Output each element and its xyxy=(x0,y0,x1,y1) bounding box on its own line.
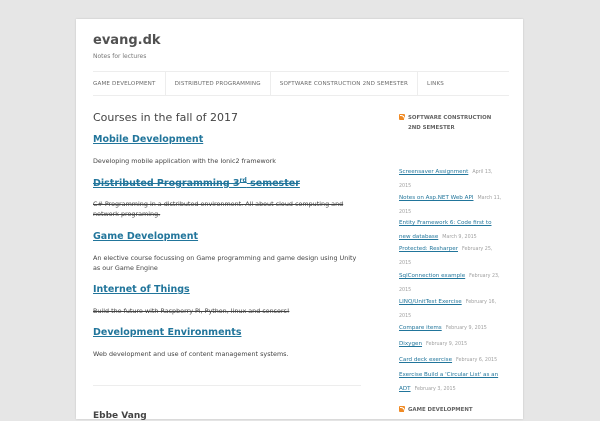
feed-item-date: February 9, 2015 xyxy=(426,342,468,347)
course-title-mobile-development[interactable]: Mobile Development xyxy=(93,134,203,145)
nav-item-game-development[interactable]: GAME DEVELOPMENT xyxy=(93,72,165,96)
feed-item: Compare items February 9, 2015 xyxy=(399,319,504,333)
site-title[interactable]: evang.dk xyxy=(93,33,161,48)
course-description-mobile-development: Developing mobile application with the I… xyxy=(93,157,276,165)
feed-item: Notes on Asp.NET Web API March 11, 2015 xyxy=(399,189,504,217)
main-navigation: GAME DEVELOPMENT DISTRIBUTED PROGRAMMING… xyxy=(93,72,453,96)
course-title-distributed-programming-main: Distributed Programming 3 xyxy=(93,178,240,190)
nav-item-links[interactable]: LINKS xyxy=(417,72,453,96)
page-container: evang.dk Notes for lectures GAME DEVELOP… xyxy=(76,19,523,421)
nav-divider-bottom xyxy=(93,95,509,96)
feed-item: Exercise Build a 'Circular List' as an A… xyxy=(399,366,504,394)
course-title-internet-of-things[interactable]: Internet of Things xyxy=(93,284,190,295)
page-title: Courses in the fall of 2017 xyxy=(93,111,239,124)
feed-item: Protected: Resharper February 25, 2015 xyxy=(399,240,504,268)
widget-title-game-development[interactable]: GAME DEVELOPMENT xyxy=(399,405,504,415)
feed-item-link[interactable]: Protected: Resharper xyxy=(399,246,458,252)
feed-item-link[interactable]: Screensaver Assignment xyxy=(399,169,468,175)
feed-item-link[interactable]: LINQ/UnitTest Exercise xyxy=(399,299,462,305)
content-divider xyxy=(93,385,361,386)
site-description: Notes for lectures xyxy=(93,53,147,60)
course-description-game-development: An elective course focussing on Game pro… xyxy=(93,254,357,272)
feed-item-date: February 6, 2015 xyxy=(456,358,498,363)
feed-item-date: February 9, 2015 xyxy=(445,326,487,331)
course-title-development-environments[interactable]: Development Environments xyxy=(93,327,241,338)
feed-item-link[interactable]: Notes on Asp.NET Web API xyxy=(399,195,474,201)
feed-item: Dixygen February 9, 2015 xyxy=(399,335,504,349)
author-name: Ebbe Vang xyxy=(93,411,147,421)
feed-item: Screensaver Assignment April 13, 2015 xyxy=(399,163,504,191)
feed-item: Card deck exercise February 6, 2015 xyxy=(399,351,504,365)
feed-item: Entity Framework 6: Code first to new da… xyxy=(399,214,504,242)
feed-item: LINQ/UnitTest Exercise February 16, 2015 xyxy=(399,293,504,321)
nav-item-software-construction[interactable]: SOFTWARE CONSTRUCTION 2ND SEMESTER xyxy=(269,72,417,96)
course-description-development-environments: Web development and use of content manag… xyxy=(93,350,289,358)
course-title-game-development[interactable]: Game Development xyxy=(93,231,198,242)
feed-item-date: February 3, 2015 xyxy=(414,387,456,392)
course-title-distributed-programming[interactable]: Distributed Programming 3rd semester xyxy=(93,177,300,189)
nav-item-distributed-programming[interactable]: DISTRIBUTED PROGRAMMING xyxy=(164,72,270,96)
widget-title-software-construction-label: SOFTWARE CONSTRUCTION 2ND SEMESTER xyxy=(408,115,492,131)
widget-title-game-development-label: GAME DEVELOPMENT xyxy=(408,407,473,413)
feed-item-link[interactable]: Compare items xyxy=(399,325,442,331)
course-description-internet-of-things: Build the future with Raspberry Pi, Pyth… xyxy=(93,307,290,315)
feed-item-link[interactable]: Card deck exercise xyxy=(399,357,452,363)
feed-item-link[interactable]: SqlConnection example xyxy=(399,273,465,279)
widget-title-software-construction[interactable]: SOFTWARE CONSTRUCTION 2ND SEMESTER xyxy=(399,113,504,133)
rss-icon[interactable] xyxy=(399,406,405,412)
course-title-distributed-programming-sup: rd xyxy=(239,177,247,184)
rss-icon[interactable] xyxy=(399,114,405,120)
feed-item: SqlConnection example February 23, 2015 xyxy=(399,267,504,295)
feed-item-link[interactable]: Dixygen xyxy=(399,341,422,347)
course-description-distributed-programming: C# Programming in a distributed environm… xyxy=(93,200,344,218)
course-title-distributed-programming-suffix: semester xyxy=(246,178,300,190)
